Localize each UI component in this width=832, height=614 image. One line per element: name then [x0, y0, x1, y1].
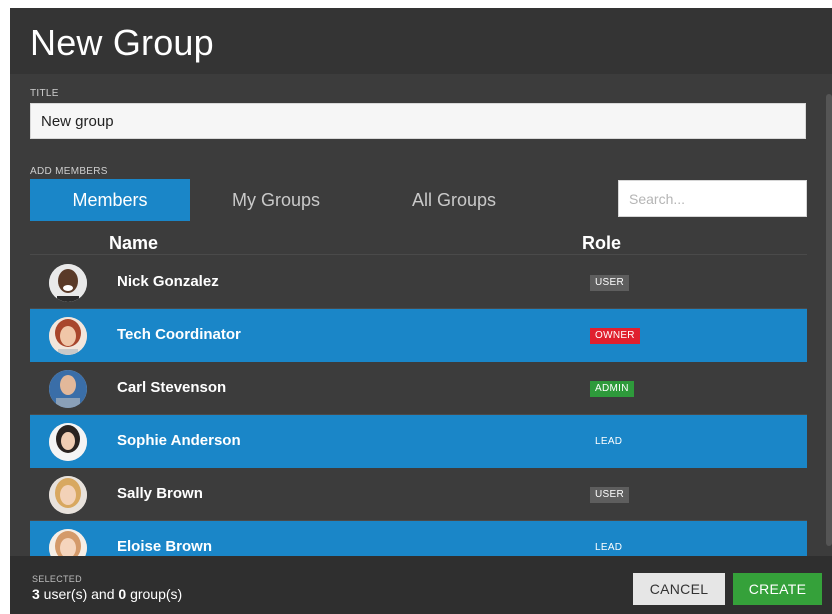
member-name: Sally Brown: [117, 485, 203, 502]
member-name: Nick Gonzalez: [117, 273, 219, 290]
users-count: 3: [32, 586, 40, 602]
tab-my-groups[interactable]: My Groups: [190, 179, 362, 221]
member-name: Eloise Brown: [117, 538, 213, 555]
member-row[interactable]: Sally Brown USER: [30, 468, 807, 521]
avatar: [49, 476, 87, 514]
role-badge: ADMIN: [590, 381, 634, 397]
tab-members[interactable]: Members: [30, 179, 190, 221]
role-badge: LEAD: [595, 436, 623, 447]
member-row[interactable]: Tech Coordinator OWNER: [30, 309, 807, 362]
header-divider: [30, 254, 807, 255]
member-name: Tech Coordinator: [117, 326, 241, 343]
selection-summary: 3 user(s) and 0 group(s): [32, 586, 182, 602]
member-list: Nick Gonzalez USER Tech Coordinator OWNE…: [30, 256, 807, 556]
users-text: user(s) and: [39, 586, 119, 602]
new-group-dialog: New Group x TITLE ADD MEMBERS Members My…: [10, 8, 832, 614]
avatar: [49, 529, 87, 556]
member-row[interactable]: Sophie Anderson LEAD: [30, 415, 807, 468]
role-column-header: Role: [582, 233, 622, 253]
avatar: [49, 264, 87, 302]
role-badge: OWNER: [590, 328, 640, 344]
avatar: [49, 423, 87, 461]
group-title-input[interactable]: [30, 103, 806, 139]
name-column-header: Name: [109, 233, 159, 253]
dialog-title: New Group: [30, 22, 214, 63]
member-name: Carl Stevenson: [117, 379, 227, 396]
add-members-label: ADD MEMBERS: [30, 166, 108, 177]
member-row[interactable]: Eloise Brown LEAD: [30, 521, 807, 556]
dialog-header: New Group: [10, 8, 832, 74]
groups-text: group(s): [126, 586, 183, 602]
cancel-button[interactable]: CANCEL: [633, 573, 725, 605]
member-row[interactable]: Nick Gonzalez USER: [30, 256, 807, 309]
create-button[interactable]: CREATE: [733, 573, 822, 605]
role-badge: USER: [590, 487, 629, 503]
scrollbar[interactable]: [826, 94, 832, 546]
tab-all-groups[interactable]: All Groups: [362, 179, 546, 221]
avatar: [49, 370, 87, 408]
dialog-footer: SELECTED 3 user(s) and 0 group(s) CANCEL…: [10, 556, 832, 614]
member-name: Sophie Anderson: [117, 432, 241, 449]
selected-label: SELECTED: [32, 574, 82, 584]
search-input[interactable]: [618, 180, 807, 217]
role-badge: USER: [590, 275, 629, 291]
avatar: [49, 317, 87, 355]
title-label: TITLE: [30, 88, 59, 99]
member-row[interactable]: Carl Stevenson ADMIN: [30, 362, 807, 415]
role-badge: LEAD: [595, 542, 623, 553]
